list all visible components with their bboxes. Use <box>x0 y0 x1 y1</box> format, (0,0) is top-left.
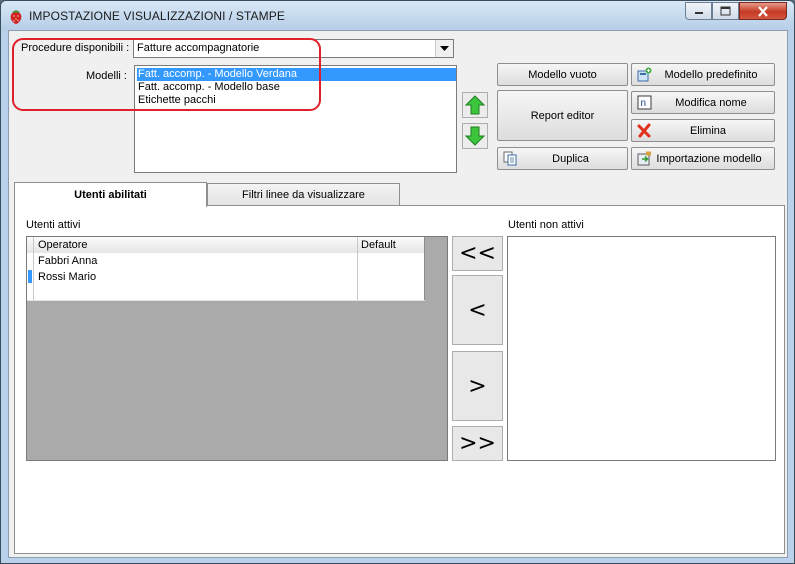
importazione-modello-button[interactable]: Importazione modello <box>631 147 775 170</box>
move-all-right-button[interactable]: >> <box>452 426 503 461</box>
column-divider <box>424 237 425 300</box>
report-editor-button[interactable]: Report editor <box>497 90 628 141</box>
table-row-empty[interactable] <box>27 285 425 301</box>
move-left-label: < <box>468 297 487 323</box>
delete-icon <box>637 123 651 138</box>
duplica-button[interactable]: Duplica <box>497 147 628 170</box>
move-right-label: > <box>468 373 487 399</box>
table-row[interactable]: Rossi Mario <box>27 269 425 286</box>
utenti-attivi-label: Utenti attivi <box>26 219 81 231</box>
close-button[interactable] <box>739 2 787 20</box>
move-right-button[interactable]: > <box>452 351 503 421</box>
main-window: IMPOSTAZIONE VISUALIZZAZIONI / STAMPE Pr… <box>0 0 795 564</box>
move-all-left-button[interactable]: << <box>452 236 503 271</box>
cell-operatore: Rossi Mario <box>38 271 97 283</box>
report-editor-label: Report editor <box>530 109 595 122</box>
column-divider <box>33 237 34 300</box>
move-all-right-label: >> <box>459 431 496 456</box>
column-header-operatore[interactable]: Operatore <box>38 239 88 251</box>
modello-predefinito-button[interactable]: Modello predefinito <box>631 63 775 86</box>
strawberry-icon <box>10 10 22 24</box>
template-icon <box>637 67 652 82</box>
tab-label: Filtri linee da visualizzare <box>242 189 365 201</box>
dropdown-button[interactable] <box>435 40 453 57</box>
title-bar[interactable]: IMPOSTAZIONE VISUALIZZAZIONI / STAMPE <box>1 1 794 31</box>
window-title: IMPOSTAZIONE VISUALIZZAZIONI / STAMPE <box>29 9 285 23</box>
minimize-button[interactable] <box>685 2 712 20</box>
rename-icon: n <box>637 95 652 110</box>
arrow-down-icon <box>465 126 485 146</box>
maximize-icon <box>720 6 731 16</box>
svg-text:n: n <box>641 98 647 109</box>
tab-filtri-linee[interactable]: Filtri linee da visualizzare <box>207 183 400 206</box>
maximize-button[interactable] <box>712 2 739 20</box>
modello-vuoto-label: Modello vuoto <box>528 68 597 81</box>
column-divider <box>357 237 358 300</box>
modello-predefinito-label: Modello predefinito <box>664 68 758 81</box>
move-up-button[interactable] <box>462 92 488 118</box>
import-icon <box>637 151 651 166</box>
chevron-down-icon <box>440 45 449 51</box>
modifica-nome-button[interactable]: n Modifica nome <box>631 91 775 114</box>
table-row[interactable]: Fabbri Anna <box>27 253 425 270</box>
importazione-modello-label: Importazione modello <box>656 152 762 165</box>
column-header-default[interactable]: Default <box>361 239 396 251</box>
move-down-button[interactable] <box>462 123 488 149</box>
tab-utenti-abilitati[interactable]: Utenti abilitati <box>14 182 207 207</box>
modifica-nome-label: Modifica nome <box>675 96 747 109</box>
copy-icon <box>503 151 517 166</box>
row-selector-indicator <box>28 270 32 283</box>
arrow-up-icon <box>465 95 485 115</box>
move-all-left-label: << <box>459 241 496 266</box>
move-left-button[interactable]: < <box>452 275 503 345</box>
modello-vuoto-button[interactable]: Modello vuoto <box>497 63 628 86</box>
dialog-body: Procedure disponibili : Fatture accompag… <box>8 30 788 558</box>
duplica-label: Duplica <box>552 152 589 165</box>
close-icon <box>758 5 768 17</box>
utenti-non-attivi-label: Utenti non attivi <box>508 219 584 231</box>
grid-header: Operatore Default <box>27 237 425 254</box>
minimize-icon <box>694 12 703 14</box>
utenti-attivi-grid[interactable]: Operatore Default Fabbri Anna Rossi Mari… <box>26 236 448 461</box>
tab-panel-utenti: Utenti attivi Utenti non attivi Operator… <box>14 205 785 554</box>
tab-label: Utenti abilitati <box>74 189 147 201</box>
cell-operatore: Fabbri Anna <box>38 255 98 267</box>
elimina-label: Elimina <box>689 124 727 137</box>
utenti-non-attivi-list[interactable] <box>507 236 776 461</box>
annotation-highlight <box>12 38 321 111</box>
elimina-button[interactable]: Elimina <box>631 119 775 142</box>
